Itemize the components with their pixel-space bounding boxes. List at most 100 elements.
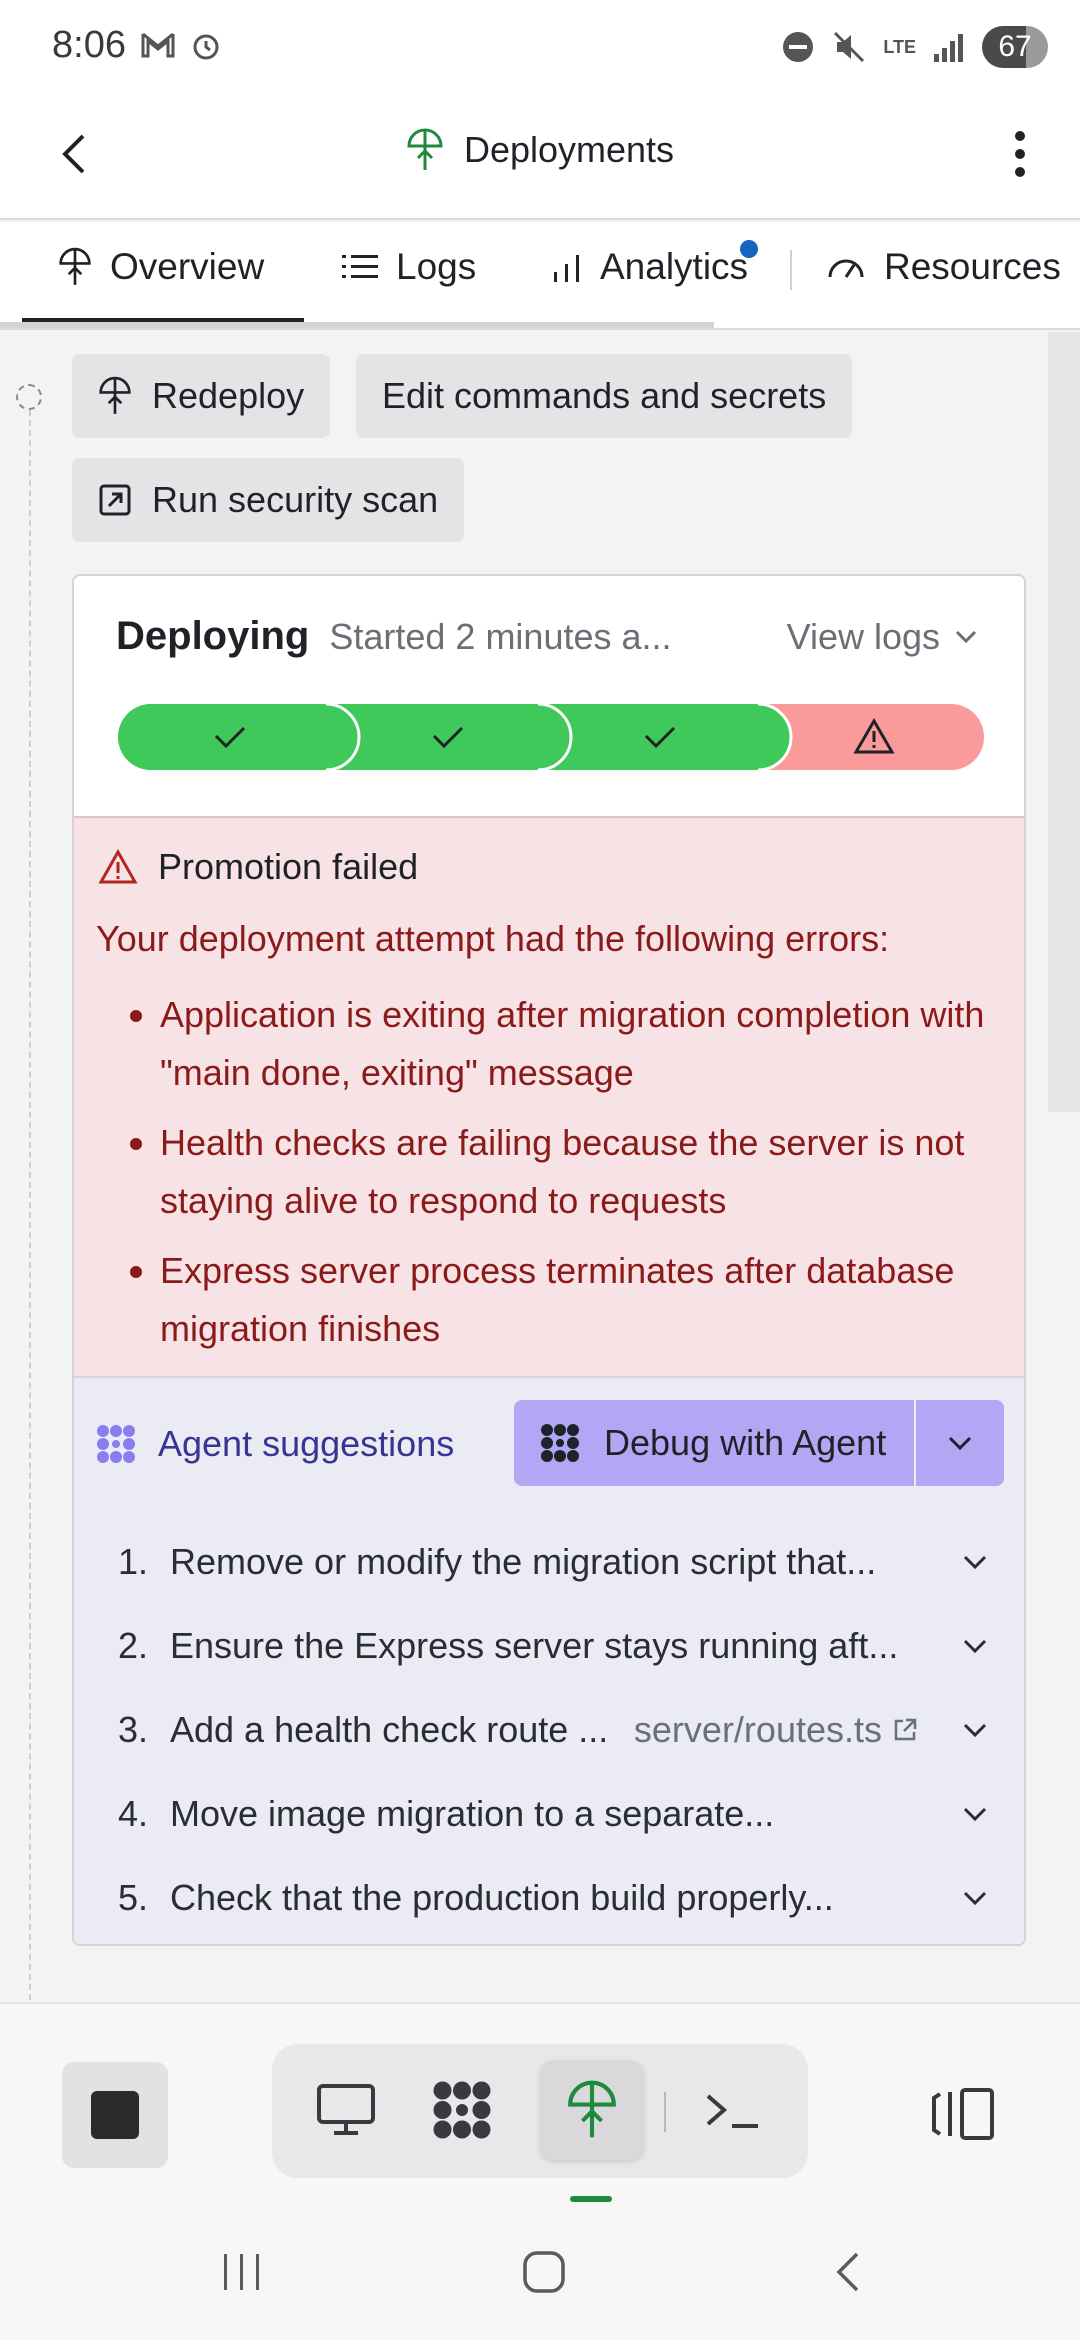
bar-chart-icon [554,255,579,282]
warning-icon [98,849,138,884]
back-icon [836,2252,859,2292]
debug-with-agent-label: Debug with Agent [604,1422,887,1463]
tab-analytics[interactable]: Analytics [552,240,759,288]
suggestion-text: Check that the production build properly… [170,1877,834,1918]
status-time: 8:06 [52,24,126,66]
external-arrow-icon [99,484,131,516]
scrollbar[interactable] [1048,332,1080,1112]
suggestion-file-link[interactable]: server/routes.ts [634,1709,918,1751]
recents-icon [224,2254,259,2290]
preview-tool-button[interactable] [294,2060,398,2160]
header-title-group: Deployments [0,128,1080,172]
tab-overview[interactable]: Overview [58,246,264,288]
expand-chevron[interactable] [938,1554,988,1570]
network-type: LTE [883,36,916,57]
suggestion-text: Move image migration to a separate... [170,1793,775,1834]
agent-icon [541,1424,579,1462]
edit-commands-label: Edit commands and secrets [382,375,827,416]
suggestion-item[interactable]: 5. Check that the production build prope… [118,1856,988,1940]
chevron-down-icon [948,1436,972,1451]
suggestion-number: 5. [118,1877,149,1918]
suggestion-item[interactable]: 1. Remove or modify the migration script… [118,1520,988,1604]
redeploy-button[interactable]: Redeploy [72,354,331,438]
edit-commands-button[interactable]: Edit commands and secrets [356,354,853,438]
tab-label: Logs [396,246,477,287]
status-bar: 8:06 LTE 67 [0,0,1080,100]
alarm-icon [193,34,219,60]
suggestion-text: Ensure the Express server stays running … [170,1625,899,1666]
more-options-button[interactable] [990,124,1050,184]
suggestion-text: Add a health check route ... [170,1709,609,1750]
deploy-icon [99,376,131,414]
tab-logs[interactable]: Logs [342,246,476,288]
expand-chevron[interactable] [938,1890,988,1906]
dnd-icon [783,32,814,62]
timeline-line [29,410,31,2000]
external-link-icon [894,1718,917,1741]
stop-button[interactable] [62,2062,168,2168]
expand-chevron[interactable] [938,1806,988,1822]
battery-indicator: 67 [982,26,1048,68]
suggestion-item[interactable]: 4. Move image migration to a separate... [118,1772,988,1856]
tool-switcher [272,2044,808,2178]
deploy-icon [407,128,443,170]
gmail-icon [141,32,175,58]
debug-options-dropdown[interactable] [916,1400,1004,1486]
deployment-progress [118,704,984,770]
suggestion-item[interactable]: 3. Add a health check route ... server/r… [118,1688,988,1772]
view-logs-dropdown[interactable]: View logs [787,616,978,658]
gauge-icon [828,259,864,278]
deployments-tool-button[interactable] [540,2060,644,2160]
chevron-down-icon [963,1891,987,1906]
signal-icon [934,34,963,62]
shell-tool-button[interactable] [680,2060,784,2160]
layout-toggle-button[interactable] [928,2074,998,2154]
notification-dot [740,240,759,258]
timeline-dot [16,384,42,410]
stop-icon [91,2091,139,2139]
tab-label: Overview [110,246,265,287]
home-icon [523,2251,565,2293]
back-nav-button[interactable] [798,2232,898,2312]
page-title: Deployments [463,129,675,170]
deployment-started: Started 2 minutes a... [329,616,672,657]
suggestion-text: Remove or modify the migration script th… [170,1541,877,1582]
tab-label: Analytics [600,246,749,287]
expand-chevron[interactable] [938,1722,988,1738]
tab-bar: Overview Logs Analytics Resources [0,222,1080,330]
agent-suggestions-header: Agent suggestions [94,1422,454,1466]
recents-button[interactable] [192,2232,292,2312]
suggestion-item[interactable]: 2. Ensure the Express server stays runni… [118,1604,988,1688]
tab-label: Resources [884,246,1061,287]
suggestion-list: 1. Remove or modify the migration script… [118,1520,988,1940]
agent-suggestions-label: Agent suggestions [158,1423,455,1464]
notification-icons [140,30,222,62]
chevron-down-icon [963,1555,987,1570]
agent-tool-button[interactable] [410,2060,514,2160]
deploy-icon [568,2080,616,2138]
agent-icon [433,2081,491,2139]
debug-with-agent-button[interactable]: Debug with Agent [514,1400,914,1486]
chevron-down-icon [963,1639,987,1654]
system-nav-bar [0,2202,1080,2340]
error-item: Express server process terminates after … [130,1242,1000,1358]
split-view-icon [932,2088,994,2140]
tab-resources[interactable]: Resources [826,246,1061,288]
list-icon [342,255,378,278]
view-logs-label: View logs [786,616,940,657]
suggestion-number: 1. [118,1541,149,1582]
deployment-header: Deploying Started 2 minutes a... [116,614,672,659]
error-item: Application is exiting after migration c… [130,986,1000,1102]
chevron-down-icon [963,1723,987,1738]
error-title-row: Promotion failed [98,846,418,888]
home-button[interactable] [494,2232,594,2312]
error-item: Health checks are failing because the se… [130,1114,1000,1230]
security-scan-label: Run security scan [152,479,439,520]
monitor-icon [317,2084,375,2135]
expand-chevron[interactable] [938,1638,988,1654]
more-vertical-icon [1015,131,1025,177]
system-status-icons: LTE 67 [781,26,1048,68]
security-scan-button[interactable]: Run security scan [72,458,465,542]
app-header: Deployments [0,100,1080,220]
bottom-toolbar [0,2002,1080,2202]
